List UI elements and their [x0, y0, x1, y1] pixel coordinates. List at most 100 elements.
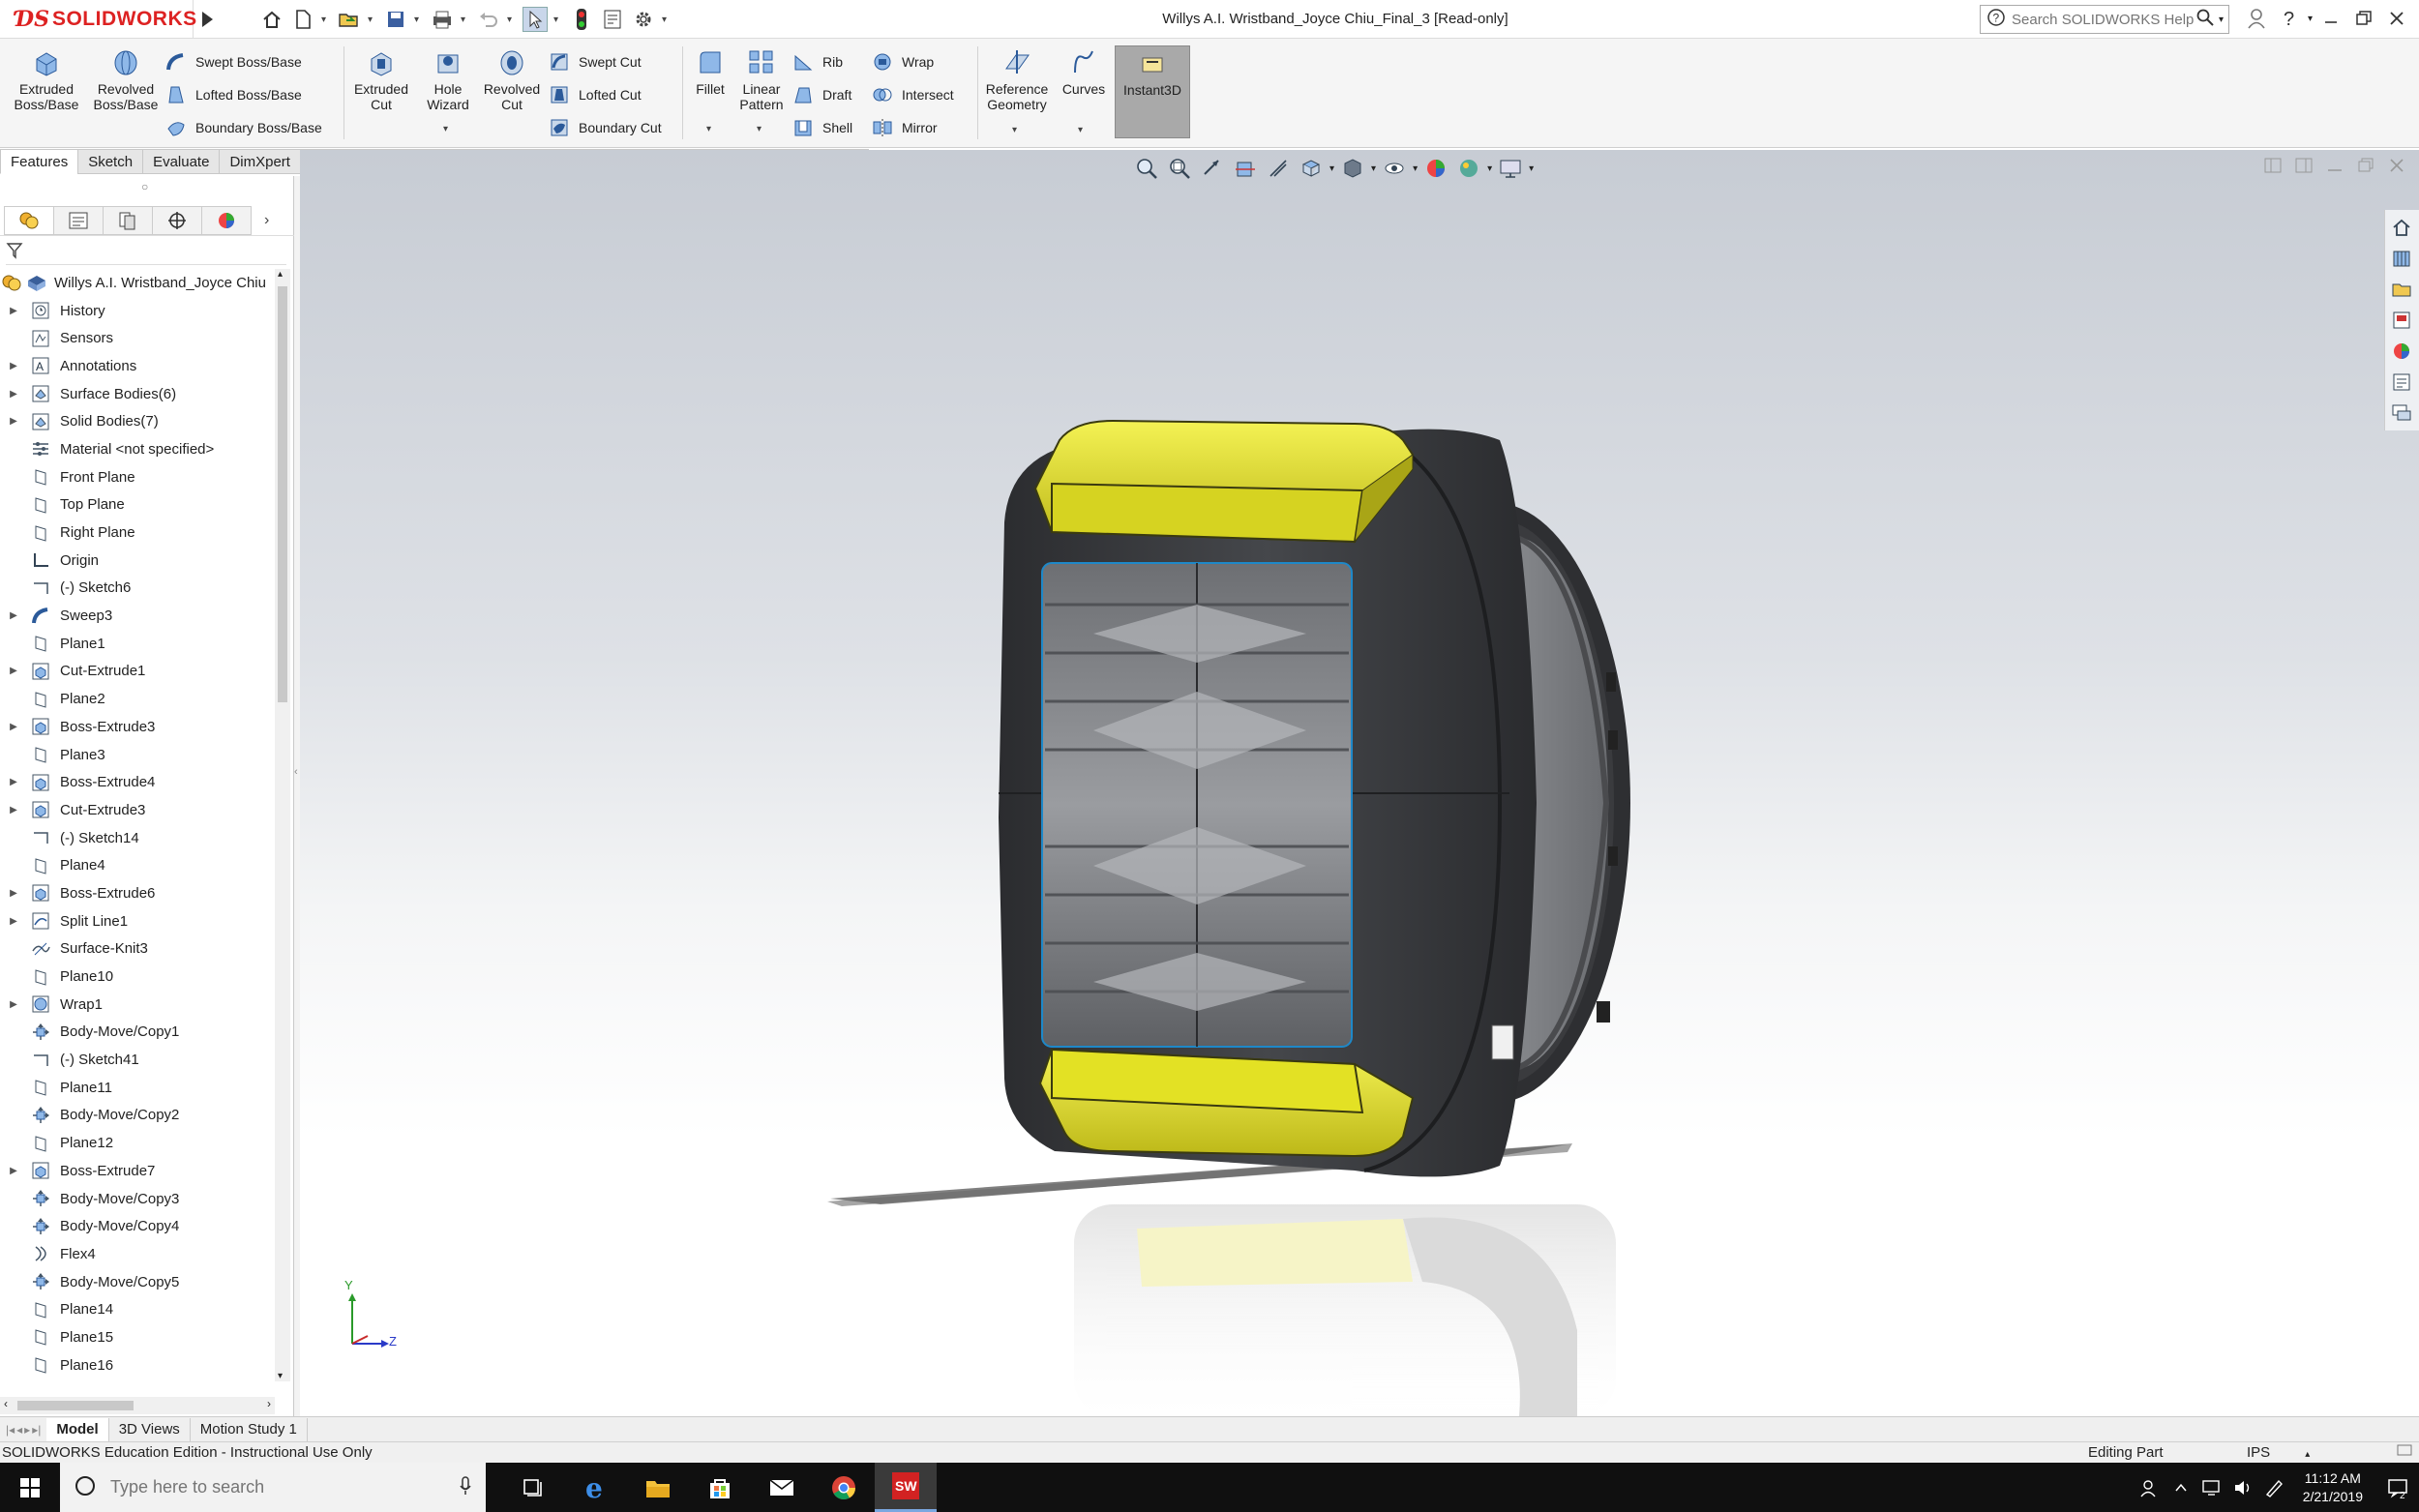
- curves-button[interactable]: Curves: [1057, 44, 1111, 97]
- reference-geometry-button[interactable]: Reference Geometry: [979, 44, 1055, 112]
- dimxpert-manager-tab-icon[interactable]: [152, 205, 202, 235]
- tree-item[interactable]: Surface-Knit3: [0, 935, 275, 964]
- instant3d-button[interactable]: Instant3D: [1115, 45, 1190, 138]
- help-search-box[interactable]: ? ▾: [1980, 5, 2229, 34]
- tree-item[interactable]: (-) Sketch41: [0, 1046, 275, 1074]
- revolved-cut-button[interactable]: Revolved Cut: [478, 44, 546, 112]
- linear-pattern-dropdown-icon[interactable]: ▾: [757, 124, 762, 134]
- chevron-down-icon[interactable]: ▾: [368, 15, 377, 25]
- pen-workspace-icon[interactable]: [2258, 1463, 2289, 1512]
- tree-item[interactable]: Plane11: [0, 1074, 275, 1102]
- tree-vertical-scrollbar[interactable]: ▴ ▾: [275, 269, 290, 1381]
- close-icon[interactable]: [2382, 4, 2411, 33]
- boundary-cut-button[interactable]: Boundary Cut: [548, 114, 662, 141]
- chevron-up-icon[interactable]: ▴: [2305, 1449, 2310, 1460]
- tree-item[interactable]: ▶ Cut-Extrude1: [0, 658, 275, 686]
- taskbar-search-box[interactable]: [60, 1463, 486, 1512]
- extruded-boss-base-button[interactable]: Extruded Boss/Base: [8, 44, 85, 112]
- expand-arrow-icon[interactable]: ▶: [0, 389, 27, 400]
- print-icon[interactable]: [430, 7, 455, 32]
- tree-item[interactable]: Plane16: [0, 1351, 275, 1379]
- collapse-panel-icon[interactable]: ‹: [294, 766, 298, 778]
- tree-item[interactable]: Plane4: [0, 851, 275, 879]
- tab-evaluate[interactable]: Evaluate: [142, 149, 221, 174]
- tree-item[interactable]: ▶ Boss-Extrude6: [0, 879, 275, 907]
- expand-arrow-icon[interactable]: ▶: [0, 805, 27, 815]
- taskbar-clock[interactable]: 11:12 AM 2/21/2019: [2289, 1469, 2376, 1506]
- property-manager-tab-icon[interactable]: [53, 205, 104, 235]
- tree-item[interactable]: Plane2: [0, 685, 275, 713]
- expand-arrow-icon[interactable]: ▶: [0, 888, 27, 899]
- show-hidden-icons-icon[interactable]: [2165, 1463, 2196, 1512]
- undo-icon[interactable]: [476, 7, 501, 32]
- feature-manager-tab-icon[interactable]: [4, 205, 54, 235]
- swept-boss-base-button[interactable]: Swept Boss/Base: [164, 48, 302, 75]
- solidworks-logo[interactable]: ƊS SOLIDWORKS: [0, 0, 196, 39]
- hole-wizard-button[interactable]: Hole Wizard: [414, 44, 482, 112]
- tree-item[interactable]: (-) Sketch6: [0, 575, 275, 603]
- tab-scroll-controls[interactable]: |◂ ◂ ▸ ▸|: [0, 1423, 46, 1437]
- tree-item[interactable]: Flex4: [0, 1240, 275, 1268]
- save-icon[interactable]: [383, 7, 408, 32]
- lofted-cut-button[interactable]: Lofted Cut: [548, 81, 642, 108]
- tree-item[interactable]: ▶ Wrap1: [0, 991, 275, 1019]
- wrap-button[interactable]: Wrap: [871, 48, 934, 75]
- tree-item[interactable]: Top Plane: [0, 491, 275, 519]
- tree-item[interactable]: Plane1: [0, 630, 275, 658]
- scroll-right-icon[interactable]: ›: [267, 1397, 271, 1410]
- chevron-down-icon[interactable]: ▾: [414, 15, 424, 25]
- action-center-icon[interactable]: 2: [2376, 1463, 2419, 1512]
- chevron-down-icon[interactable]: ▾: [461, 15, 470, 25]
- next-tab-icon[interactable]: ▸: [24, 1423, 30, 1437]
- mirror-button[interactable]: Mirror: [871, 114, 938, 141]
- home-icon[interactable]: [259, 7, 284, 32]
- boundary-boss-base-button[interactable]: Boundary Boss/Base: [164, 114, 322, 141]
- scroll-down-icon[interactable]: ▾: [278, 1371, 283, 1381]
- configuration-manager-tab-icon[interactable]: [103, 205, 153, 235]
- curves-dropdown-icon[interactable]: ▾: [1078, 125, 1083, 135]
- tree-item[interactable]: ▶ History: [0, 297, 275, 325]
- open-folder-icon[interactable]: [337, 7, 362, 32]
- tab-sketch[interactable]: Sketch: [77, 149, 144, 174]
- expand-arrow-icon[interactable]: ▶: [0, 306, 27, 316]
- previous-tab-icon[interactable]: ◂: [16, 1423, 22, 1437]
- tree-item[interactable]: ▶ Boss-Extrude4: [0, 768, 275, 796]
- tree-item[interactable]: ▶ Boss-Extrude3: [0, 713, 275, 741]
- tree-item[interactable]: Plane3: [0, 741, 275, 769]
- tree-item[interactable]: Right Plane: [0, 519, 275, 547]
- tree-item[interactable]: ▶ Surface Bodies(6): [0, 380, 275, 408]
- help-search-input[interactable]: [2012, 11, 2195, 28]
- new-document-icon[interactable]: [290, 7, 315, 32]
- expand-arrow-icon[interactable]: ▶: [0, 999, 27, 1010]
- rib-button[interactable]: Rib: [791, 48, 843, 75]
- display-manager-tab-icon[interactable]: [201, 205, 252, 235]
- tree-item[interactable]: Body-Move/Copy1: [0, 1019, 275, 1047]
- windows-start-icon[interactable]: [0, 1463, 60, 1512]
- scroll-up-icon[interactable]: ▴: [278, 269, 283, 280]
- first-tab-icon[interactable]: |◂: [6, 1423, 15, 1437]
- appearances-icon[interactable]: [2387, 338, 2416, 365]
- hole-wizard-dropdown-icon[interactable]: ▾: [443, 124, 448, 134]
- tree-item[interactable]: Plane15: [0, 1323, 275, 1351]
- file-properties-icon[interactable]: [600, 7, 625, 32]
- tree-root[interactable]: Willys A.I. Wristband_Joyce Chiu: [0, 269, 275, 297]
- tree-item[interactable]: Plane12: [0, 1129, 275, 1157]
- graphics-area[interactable]: ▾ ▾ ▾ ▾ ▾ Y Z: [300, 150, 2419, 1416]
- revolved-boss-base-button[interactable]: Revolved Boss/Base: [87, 44, 164, 112]
- tree-item[interactable]: Material <not specified>: [0, 435, 275, 463]
- tab-dimxpert[interactable]: DimXpert: [219, 149, 301, 174]
- bottom-tab-3d-views[interactable]: 3D Views: [109, 1417, 191, 1441]
- edge-browser-icon[interactable]: e: [565, 1463, 627, 1512]
- scrollbar-thumb[interactable]: [278, 286, 287, 702]
- chevron-down-icon[interactable]: ▾: [321, 15, 331, 25]
- tree-item[interactable]: ▶Boss-Extrude8: [0, 1379, 275, 1382]
- bottom-tab-motion-study-1[interactable]: Motion Study 1: [191, 1417, 308, 1441]
- tree-filter[interactable]: [6, 240, 286, 265]
- user-icon[interactable]: [2242, 4, 2271, 33]
- chrome-icon[interactable]: [813, 1463, 875, 1512]
- expand-arrow-icon[interactable]: ▶: [0, 361, 27, 371]
- menu-expand-icon[interactable]: [198, 9, 216, 30]
- expand-arrow-icon[interactable]: ▶: [0, 722, 27, 732]
- forum-icon[interactable]: [2387, 400, 2416, 427]
- linear-pattern-button[interactable]: Linear Pattern: [733, 44, 790, 112]
